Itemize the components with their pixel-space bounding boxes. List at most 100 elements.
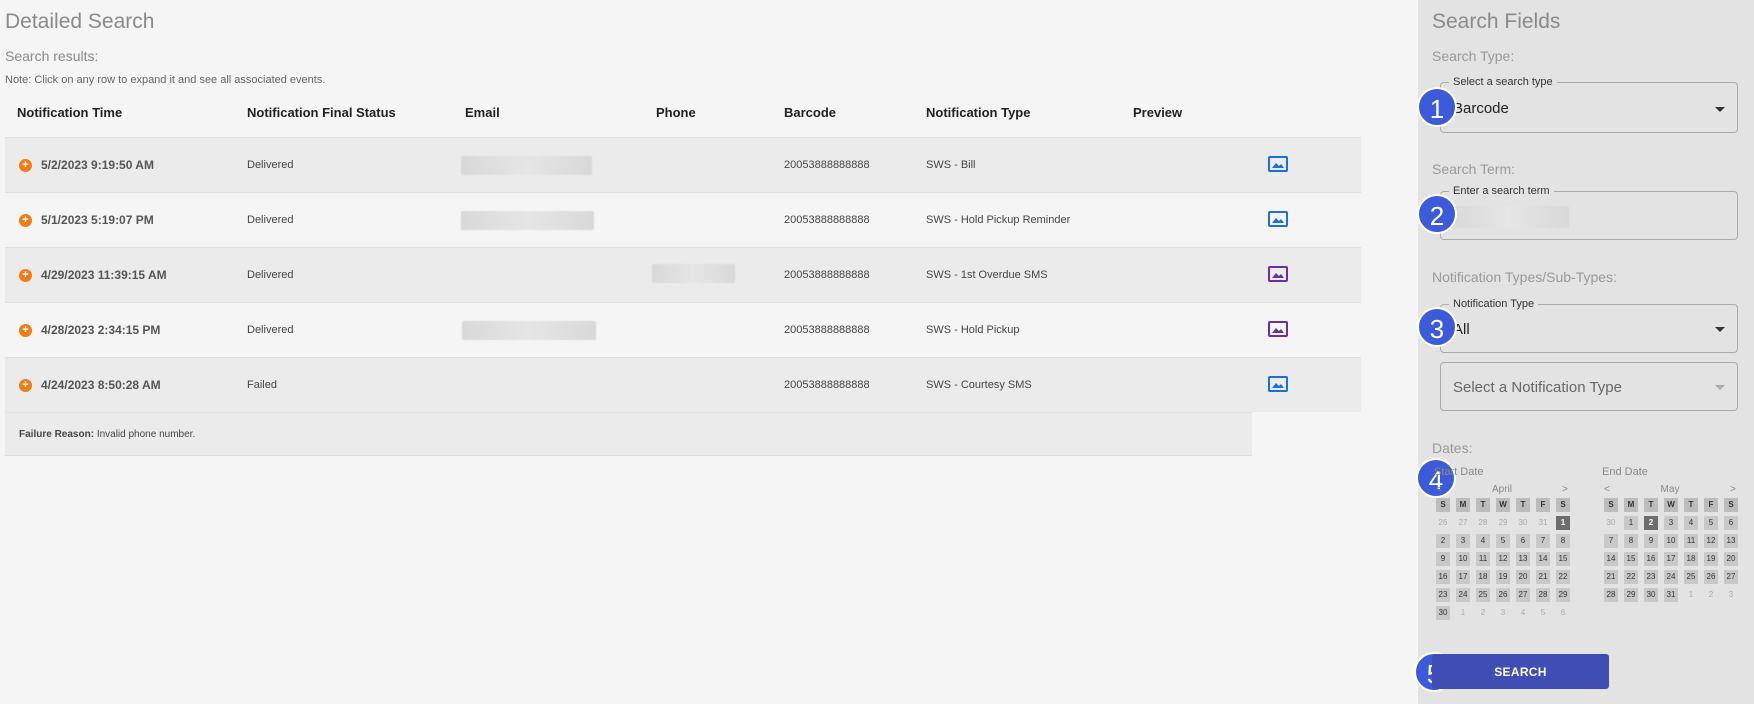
expand-icon[interactable]: + — [19, 379, 32, 392]
calendar-day[interactable]: 20 — [1724, 552, 1738, 566]
calendar-day[interactable]: 26 — [1496, 588, 1510, 602]
expand-icon[interactable]: + — [19, 159, 32, 172]
calendar-day[interactable]: 29 — [1556, 588, 1570, 602]
table-row[interactable]: +4/24/2023 8:50:28 AM Failed 2005388888888… — [5, 357, 1361, 412]
calendar-day[interactable]: 27 — [1724, 570, 1738, 584]
calendar-outside-day[interactable]: 2 — [1704, 588, 1718, 602]
calendar-day[interactable]: 5 — [1704, 516, 1718, 530]
calendar-day[interactable]: 15 — [1556, 552, 1570, 566]
start-next-month-button[interactable]: > — [1562, 484, 1568, 495]
calendar-day[interactable]: 19 — [1704, 552, 1718, 566]
calendar-selected-day[interactable]: 2 — [1644, 516, 1658, 530]
calendar-day[interactable]: 9 — [1436, 552, 1450, 566]
calendar-outside-day[interactable]: 30 — [1516, 516, 1530, 530]
calendar-day[interactable]: 30 — [1644, 588, 1658, 602]
image-preview-icon[interactable] — [1268, 376, 1288, 392]
expand-icon[interactable]: + — [19, 214, 32, 227]
header-notification-type[interactable]: Notification Type — [926, 105, 1030, 120]
calendar-day[interactable]: 30 — [1436, 606, 1450, 620]
notification-type-select[interactable]: Notification Type All 3 — [1417, 298, 1738, 353]
calendar-outside-day[interactable]: 30 — [1604, 516, 1618, 530]
calendar-day[interactable]: 12 — [1496, 552, 1510, 566]
calendar-day[interactable]: 9 — [1644, 534, 1658, 548]
calendar-day[interactable]: 3 — [1456, 534, 1470, 548]
calendar-day[interactable]: 18 — [1684, 552, 1698, 566]
calendar-outside-day[interactable]: 29 — [1496, 516, 1510, 530]
header-phone[interactable]: Phone — [656, 105, 696, 120]
expand-icon[interactable]: + — [19, 269, 32, 282]
calendar-day[interactable]: 1 — [1624, 516, 1638, 530]
search-type-select[interactable]: Select a search type Barcode 1 — [1417, 76, 1738, 133]
calendar-selected-day[interactable]: 1 — [1556, 516, 1570, 530]
calendar-day[interactable]: 2 — [1436, 534, 1450, 548]
calendar-day[interactable]: 7 — [1604, 534, 1618, 548]
image-preview-icon[interactable] — [1268, 156, 1288, 172]
calendar-day[interactable]: 4 — [1476, 534, 1490, 548]
calendar-day[interactable]: 7 — [1536, 534, 1550, 548]
table-row[interactable]: +4/28/2023 2:34:15 PM Delivered 2005388888… — [5, 302, 1361, 357]
calendar-day[interactable]: 20 — [1516, 570, 1530, 584]
calendar-outside-day[interactable]: 4 — [1516, 606, 1530, 620]
calendar-day[interactable]: 29 — [1624, 588, 1638, 602]
table-row[interactable]: +4/29/2023 11:39:15 AM Delivered 200538888… — [5, 247, 1361, 302]
calendar-day[interactable]: 21 — [1604, 570, 1618, 584]
calendar-day[interactable]: 23 — [1436, 588, 1450, 602]
search-button[interactable]: SEARCH — [1432, 654, 1609, 689]
calendar-day[interactable]: 11 — [1684, 534, 1698, 548]
calendar-day[interactable]: 24 — [1664, 570, 1678, 584]
calendar-day[interactable]: 3 — [1664, 516, 1678, 530]
calendar-day[interactable]: 16 — [1644, 552, 1658, 566]
calendar-day[interactable]: 28 — [1604, 588, 1618, 602]
calendar-day[interactable]: 24 — [1456, 588, 1470, 602]
calendar-day[interactable]: 10 — [1456, 552, 1470, 566]
table-row[interactable]: +5/2/2023 9:19:50 AM Delivered 20053888888… — [5, 137, 1361, 192]
calendar-day[interactable]: 22 — [1624, 570, 1638, 584]
calendar-day[interactable]: 31 — [1664, 588, 1678, 602]
calendar-day[interactable]: 17 — [1456, 570, 1470, 584]
image-preview-icon[interactable] — [1268, 211, 1288, 227]
image-preview-icon[interactable] — [1268, 266, 1288, 282]
table-row[interactable]: +5/1/2023 5:19:07 PM Delivered 20053888888… — [5, 192, 1361, 247]
header-final-status[interactable]: Notification Final Status — [247, 105, 396, 120]
calendar-outside-day[interactable]: 27 — [1456, 516, 1470, 530]
calendar-outside-day[interactable]: 31 — [1536, 516, 1550, 530]
calendar-outside-day[interactable]: 26 — [1436, 516, 1450, 530]
calendar-outside-day[interactable]: 6 — [1556, 606, 1570, 620]
calendar-day[interactable]: 10 — [1664, 534, 1678, 548]
calendar-day[interactable]: 8 — [1624, 534, 1638, 548]
calendar-outside-day[interactable]: 3 — [1724, 588, 1738, 602]
calendar-outside-day[interactable]: 5 — [1536, 606, 1550, 620]
calendar-day[interactable]: 22 — [1556, 570, 1570, 584]
header-barcode[interactable]: Barcode — [784, 105, 836, 120]
calendar-day[interactable]: 27 — [1516, 588, 1530, 602]
calendar-day[interactable]: 17 — [1664, 552, 1678, 566]
calendar-day[interactable]: 19 — [1496, 570, 1510, 584]
calendar-outside-day[interactable]: 2 — [1476, 606, 1490, 620]
calendar-outside-day[interactable]: 28 — [1476, 516, 1490, 530]
calendar-day[interactable]: 5 — [1496, 534, 1510, 548]
calendar-day[interactable]: 18 — [1476, 570, 1490, 584]
calendar-outside-day[interactable]: 1 — [1684, 588, 1698, 602]
calendar-day[interactable]: 4 — [1684, 516, 1698, 530]
notification-subtype-select[interactable]: Select a Notification Type — [1440, 362, 1738, 411]
calendar-day[interactable]: 14 — [1604, 552, 1618, 566]
header-notification-time[interactable]: Notification Time — [17, 105, 122, 120]
calendar-day[interactable]: 21 — [1536, 570, 1550, 584]
calendar-day[interactable]: 11 — [1476, 552, 1490, 566]
calendar-day[interactable]: 14 — [1536, 552, 1550, 566]
calendar-day[interactable]: 26 — [1704, 570, 1718, 584]
calendar-day[interactable]: 6 — [1516, 534, 1530, 548]
end-next-month-button[interactable]: > — [1730, 484, 1736, 495]
calendar-day[interactable]: 6 — [1724, 516, 1738, 530]
header-email[interactable]: Email — [465, 105, 500, 120]
image-preview-icon[interactable] — [1268, 321, 1288, 337]
calendar-day[interactable]: 25 — [1684, 570, 1698, 584]
search-term-input[interactable]: Enter a search term 2 — [1417, 185, 1738, 240]
calendar-day[interactable]: 23 — [1644, 570, 1658, 584]
calendar-day[interactable]: 13 — [1516, 552, 1530, 566]
calendar-day[interactable]: 28 — [1536, 588, 1550, 602]
calendar-day[interactable]: 13 — [1724, 534, 1738, 548]
calendar-outside-day[interactable]: 1 — [1456, 606, 1470, 620]
calendar-outside-day[interactable]: 3 — [1496, 606, 1510, 620]
expand-icon[interactable]: + — [19, 324, 32, 337]
